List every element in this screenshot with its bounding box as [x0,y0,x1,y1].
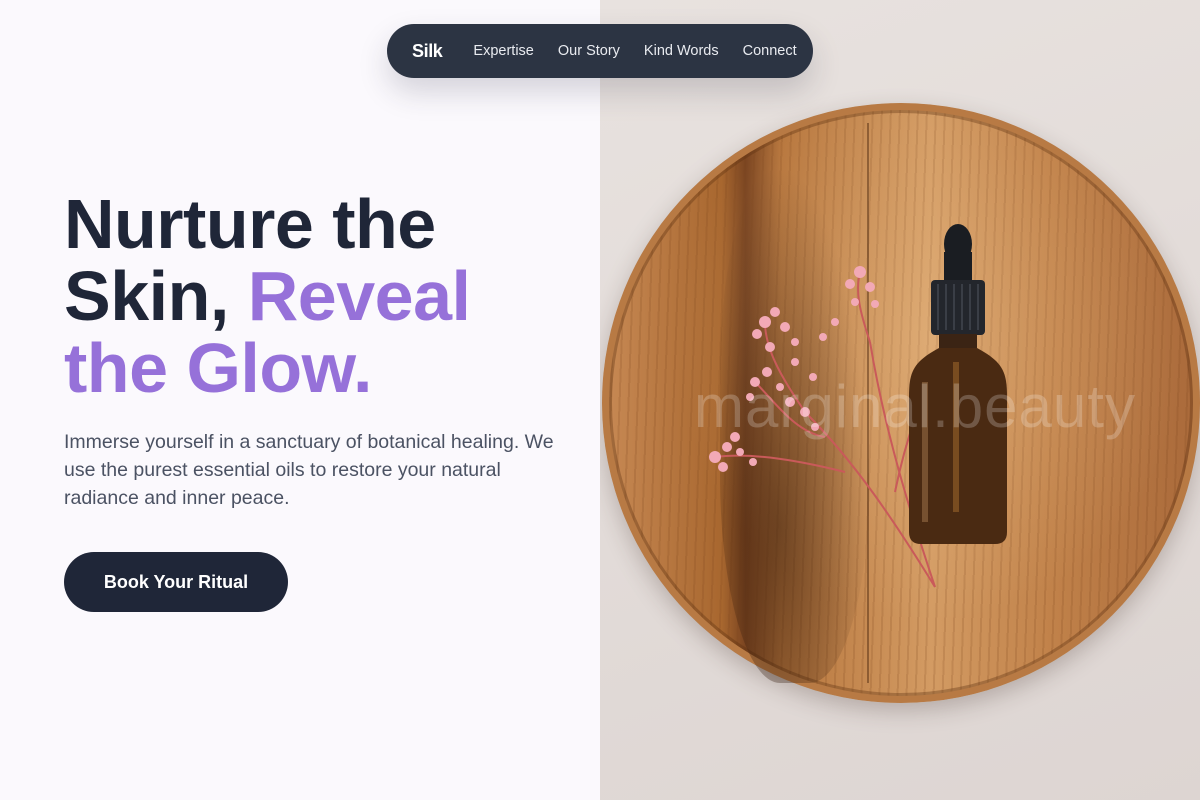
main-navigation: Silk Expertise Our Story Kind Words Conn… [387,24,813,78]
nav-link-expertise[interactable]: Expertise [473,43,533,59]
brand-logo[interactable]: Silk [412,41,443,62]
nav-link-kind-words[interactable]: Kind Words [644,43,719,59]
nav-link-our-story[interactable]: Our Story [558,43,620,59]
hero-title: Nurture the Skin, Reveal the Glow. [64,188,584,404]
book-ritual-button[interactable]: Book Your Ritual [64,552,288,612]
hero-subtitle: Immerse yourself in a sanctuary of botan… [64,431,554,509]
watermark-text: marginal.beauty [694,373,1136,440]
hero-image: marginal.beauty [600,0,1200,800]
nav-link-connect[interactable]: Connect [743,43,797,59]
